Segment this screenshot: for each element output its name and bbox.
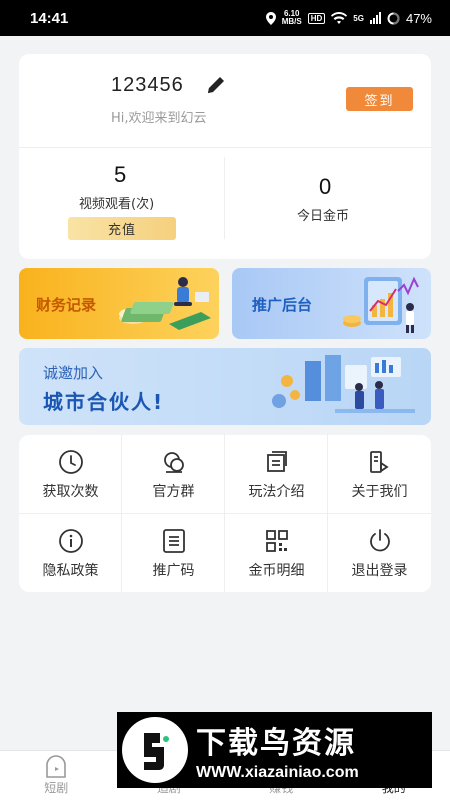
- about-icon: [369, 451, 389, 473]
- hd-badge: HD: [307, 12, 326, 24]
- promotion-backend-banner[interactable]: 推广后台: [232, 268, 431, 339]
- finance-illustration: [119, 277, 211, 330]
- menu-item-privacy-policy[interactable]: 隐私政策: [19, 514, 122, 592]
- welcome-text: Hi,欢迎来到幻云: [111, 111, 207, 126]
- document-icon: [162, 529, 185, 553]
- group-chat-icon: [163, 452, 184, 473]
- watermark-text: 下载鸟资源 WWW.xiazainiao.com: [196, 718, 359, 782]
- menu-item-promo-code[interactable]: 推广码: [122, 514, 225, 592]
- signal-icon: [369, 12, 381, 24]
- status-bar: 14:41 6.10 MB/S HD 5G 47%: [0, 0, 450, 36]
- info-icon: [58, 529, 83, 553]
- edit-pencil-icon[interactable]: [205, 74, 227, 96]
- finance-records-banner[interactable]: 财务记录: [19, 268, 219, 339]
- network-type: 5G: [353, 13, 364, 23]
- profile-card: 123456 Hi,欢迎来到幻云 签到 5 视频观看(次) 充值 0 今日金币: [19, 54, 431, 259]
- watermark-title: 下载鸟资源: [196, 726, 356, 761]
- coins-label: 今日金币: [297, 209, 350, 224]
- views-label: 视频观看(次): [79, 197, 155, 212]
- menu-label: 获取次数: [42, 484, 99, 500]
- signin-button[interactable]: 签到: [346, 87, 413, 111]
- power-icon: [369, 529, 390, 552]
- menu-grid: 获取次数 官方群 玩法介绍 关于我们 隐私政策 推广码 金币明细 退出登录: [19, 435, 431, 592]
- promotion-backend-title: 推广后台: [252, 296, 313, 314]
- partner-invite-text: 诚邀加入: [43, 364, 104, 382]
- menu-label: 玩法介绍: [248, 484, 305, 500]
- drama-icon: [46, 755, 67, 778]
- promo-illustration: [343, 276, 419, 333]
- menu-label: 官方群: [152, 484, 195, 500]
- recharge-button[interactable]: 充值: [68, 217, 176, 240]
- menu-label: 关于我们: [351, 484, 408, 500]
- battery-icon: [387, 12, 400, 24]
- status-icons: 6.10 MB/S HD 5G 47%: [265, 9, 432, 26]
- views-count: 5: [114, 162, 127, 187]
- battery-percent: 47%: [405, 10, 432, 26]
- watermark-overlay: 下载鸟资源 WWW.xiazainiao.com: [117, 712, 432, 788]
- finance-records-title: 财务记录: [36, 296, 97, 314]
- coins-count: 0: [319, 174, 332, 199]
- menu-item-coin-details[interactable]: 金币明细: [225, 514, 328, 592]
- clock-icon: [58, 450, 83, 474]
- partner-illustration: [272, 355, 415, 413]
- menu-label: 推广码: [152, 563, 195, 579]
- wifi-icon: [331, 12, 348, 24]
- partner-title: 城市合伙人!: [43, 390, 165, 414]
- divider: [224, 157, 225, 239]
- menu-item-get-views[interactable]: 获取次数: [19, 435, 122, 513]
- net-speed: 6.10 MB/S: [281, 9, 302, 26]
- menu-item-official-group[interactable]: 官方群: [122, 435, 225, 513]
- city-partner-banner[interactable]: 诚邀加入 城市合伙人!: [19, 348, 431, 425]
- guide-icon: [266, 451, 287, 472]
- menu-item-gameplay-guide[interactable]: 玩法介绍: [225, 435, 328, 513]
- qr-grid-icon: [265, 530, 288, 552]
- status-time: 14:41: [30, 9, 69, 27]
- nav-label: 短剧: [44, 781, 69, 795]
- menu-label: 退出登录: [351, 563, 408, 579]
- divider: [19, 147, 431, 148]
- menu-item-about-us[interactable]: 关于我们: [328, 435, 431, 513]
- watermark-url: WWW.xiazainiao.com: [196, 764, 359, 781]
- menu-item-logout[interactable]: 退出登录: [328, 514, 431, 592]
- bird-logo-icon: [122, 717, 188, 783]
- nav-item-short-drama[interactable]: 短剧: [0, 751, 113, 800]
- menu-label: 隐私政策: [42, 563, 99, 579]
- location-icon: [265, 11, 276, 25]
- username: 123456: [111, 74, 184, 96]
- menu-label: 金币明细: [248, 563, 305, 579]
